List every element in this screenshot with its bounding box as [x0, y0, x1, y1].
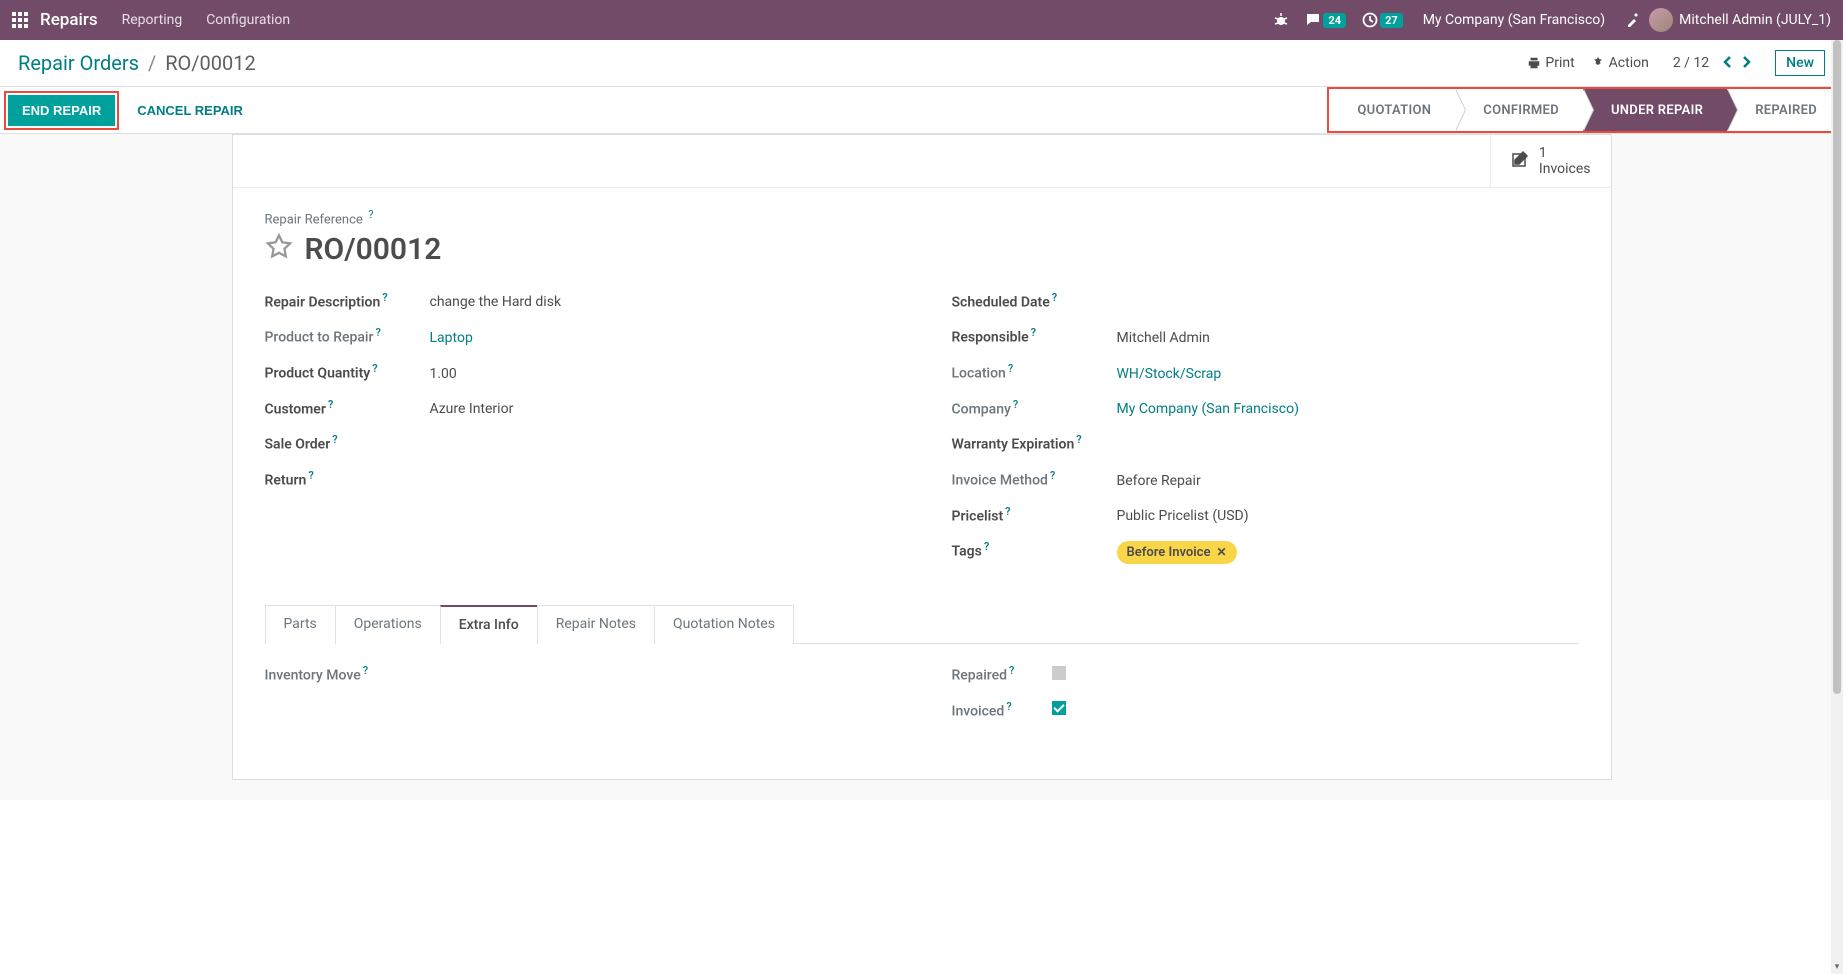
tab-operations[interactable]: Operations [335, 605, 441, 644]
stat-invoices-label: Invoices [1539, 161, 1591, 177]
apps-icon[interactable] [12, 12, 28, 28]
value-pricelist[interactable]: Public Pricelist (USD) [1117, 508, 1249, 524]
scrollbar-thumb[interactable] [1833, 40, 1841, 694]
repair-reference-label: Repair Reference [265, 213, 363, 228]
star-icon[interactable] [265, 233, 293, 265]
tools-icon[interactable] [1625, 12, 1641, 28]
checkbox-invoiced[interactable] [1052, 701, 1066, 715]
value-product-to-repair[interactable]: Laptop [430, 330, 473, 346]
tab-repair-notes[interactable]: Repair Notes [537, 605, 655, 644]
debug-icon[interactable] [1273, 12, 1289, 28]
breadcrumb-current: RO/00012 [165, 51, 256, 75]
form-left-column: Repair Description? change the Hard disk… [265, 291, 892, 580]
company-selector[interactable]: My Company (San Francisco) [1423, 12, 1605, 28]
user-name: Mitchell Admin (JULY_1) [1679, 12, 1831, 28]
tab-extra-info[interactable]: Extra Info [440, 605, 538, 644]
end-repair-button[interactable]: End Repair [8, 95, 115, 126]
menu-configuration[interactable]: Configuration [206, 12, 290, 28]
tab-parts[interactable]: Parts [265, 605, 336, 644]
status-confirmed[interactable]: Confirmed [1455, 89, 1583, 131]
label-product-qty: Product Quantity? [265, 362, 430, 382]
value-location[interactable]: WH/Stock/Scrap [1117, 366, 1222, 382]
value-product-qty[interactable]: 1.00 [430, 366, 457, 382]
record-title[interactable]: RO/00012 [305, 232, 442, 267]
tab-quotation-notes[interactable]: Quotation Notes [654, 605, 794, 644]
cancel-repair-button[interactable]: Cancel Repair [123, 95, 257, 126]
sheet-wrapper: 1 Invoices Repair Reference ? RO/00012 [0, 134, 1843, 800]
app-name[interactable]: Repairs [40, 10, 98, 30]
label-tags: Tags? [952, 540, 1117, 560]
button-box: 1 Invoices [233, 135, 1611, 188]
messages-icon[interactable]: 24 [1305, 12, 1346, 28]
label-customer: Customer? [265, 398, 430, 418]
label-invoice-method: Invoice Method? [952, 469, 1117, 489]
value-responsible[interactable]: Mitchell Admin [1117, 330, 1210, 346]
label-pricelist: Pricelist? [952, 505, 1117, 525]
stat-invoices[interactable]: 1 Invoices [1490, 135, 1611, 187]
activities-icon[interactable]: 27 [1362, 12, 1403, 28]
label-product-to-repair: Product to Repair? [265, 326, 430, 346]
form-sheet: 1 Invoices Repair Reference ? RO/00012 [232, 134, 1612, 780]
label-repaired: Repaired? [952, 664, 1052, 684]
stat-invoices-count: 1 [1539, 145, 1591, 161]
value-customer[interactable]: Azure Interior [430, 401, 514, 417]
user-menu[interactable]: Mitchell Admin (JULY_1) [1649, 8, 1831, 32]
tag-before-invoice[interactable]: Before Invoice ✕ [1117, 541, 1237, 564]
label-return: Return? [265, 469, 430, 489]
status-under-repair[interactable]: Under Repair [1583, 89, 1727, 131]
top-navbar: Repairs Reporting Configuration 24 27 My… [0, 0, 1843, 40]
extra-info-pane: Inventory Move? Repaired? Invoiced? [265, 664, 1579, 735]
breadcrumb-root[interactable]: Repair Orders [18, 51, 139, 75]
pencil-square-icon [1511, 150, 1529, 172]
print-button[interactable]: Print [1527, 55, 1574, 71]
status-quotation[interactable]: Quotation [1329, 89, 1455, 131]
menu-reporting[interactable]: Reporting [122, 12, 183, 28]
tag-remove-icon[interactable]: ✕ [1216, 545, 1226, 559]
highlight-end-repair: End Repair [4, 91, 119, 130]
avatar [1649, 8, 1673, 32]
value-invoice-method[interactable]: Before Repair [1117, 473, 1201, 489]
status-repaired[interactable]: Repaired [1727, 89, 1841, 131]
label-repair-description: Repair Description? [265, 291, 430, 311]
label-invoiced: Invoiced? [952, 700, 1052, 720]
label-company: Company? [952, 398, 1117, 418]
new-button[interactable]: New [1775, 50, 1825, 76]
help-icon[interactable]: ? [368, 208, 373, 221]
pager: 2 / 12 [1673, 54, 1755, 73]
pager-prev[interactable] [1719, 54, 1737, 73]
checkbox-repaired[interactable] [1052, 666, 1066, 680]
label-sale-order: Sale Order? [265, 433, 430, 453]
action-button[interactable]: Action [1591, 55, 1649, 71]
label-inventory-move: Inventory Move? [265, 664, 430, 684]
control-panel: Repair Orders / RO/00012 Print Action 2 … [0, 40, 1843, 87]
label-location: Location? [952, 362, 1117, 382]
label-responsible: Responsible? [952, 326, 1117, 346]
scrollbar-down-icon[interactable]: ▾ [1831, 962, 1843, 974]
label-warranty: Warranty Expiration? [952, 433, 1117, 453]
scrollbar[interactable]: ▾ [1831, 40, 1843, 974]
form-right-column: Scheduled Date? Responsible? Mitchell Ad… [952, 291, 1579, 580]
value-repair-description[interactable]: change the Hard disk [430, 294, 562, 310]
activities-badge: 27 [1380, 13, 1403, 28]
messages-badge: 24 [1323, 13, 1346, 28]
value-company[interactable]: My Company (San Francisco) [1117, 401, 1299, 417]
status-arrows: Quotation Confirmed Under Repair Repaire… [1327, 87, 1843, 133]
pager-count[interactable]: 2 / 12 [1673, 55, 1709, 71]
pager-next[interactable] [1737, 54, 1755, 73]
notebook-tabs: Parts Operations Extra Info Repair Notes… [265, 604, 1579, 644]
label-scheduled-date: Scheduled Date? [952, 291, 1117, 311]
breadcrumb: Repair Orders / RO/00012 [18, 51, 256, 75]
statusbar-row: End Repair Cancel Repair Quotation Confi… [0, 87, 1843, 134]
value-tags[interactable]: Before Invoice ✕ [1117, 541, 1237, 564]
